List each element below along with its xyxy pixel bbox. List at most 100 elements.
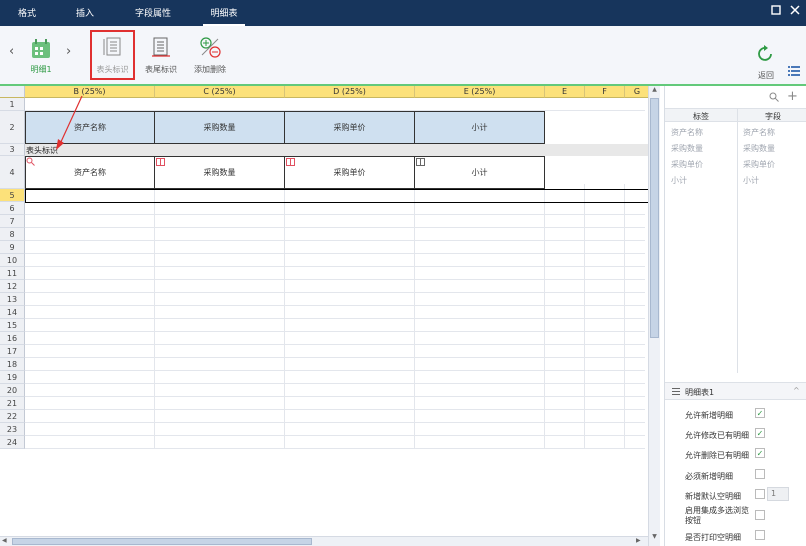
row-header[interactable]: 24 bbox=[0, 436, 25, 449]
row-header[interactable]: 6 bbox=[0, 202, 25, 215]
scroll-thumb[interactable] bbox=[650, 98, 659, 338]
row-header[interactable]: 17 bbox=[0, 345, 25, 358]
scroll-right-icon[interactable]: ▶ bbox=[636, 537, 641, 544]
detail-cell[interactable]: 资产名称 bbox=[25, 156, 155, 189]
row-header[interactable]: 20 bbox=[0, 384, 25, 397]
option-checkbox[interactable] bbox=[755, 489, 765, 499]
header-band-row[interactable]: 表头标识 bbox=[25, 144, 650, 156]
field-name[interactable]: 采购数量 bbox=[743, 143, 775, 154]
field-label[interactable]: 采购数量 bbox=[671, 143, 703, 154]
detail-cell[interactable]: 采购单价 bbox=[284, 156, 415, 189]
grid-line bbox=[25, 292, 645, 293]
grid-line bbox=[25, 422, 645, 423]
column-header[interactable]: E (25%) bbox=[415, 86, 545, 98]
grid-line bbox=[25, 448, 645, 449]
row-header[interactable]: 7 bbox=[0, 215, 25, 228]
footer-mark-button[interactable]: 表尾标识 bbox=[143, 30, 179, 80]
row-header[interactable]: 1 bbox=[0, 98, 25, 111]
grid-line bbox=[25, 318, 645, 319]
row-header[interactable]: 22 bbox=[0, 410, 25, 423]
row-header[interactable]: 13 bbox=[0, 293, 25, 306]
maximize-icon[interactable] bbox=[769, 5, 783, 19]
field-name[interactable]: 小计 bbox=[743, 175, 759, 186]
row-header[interactable]: 14 bbox=[0, 306, 25, 319]
grid-line bbox=[284, 184, 285, 449]
row-header[interactable]: 10 bbox=[0, 254, 25, 267]
row-header[interactable]: 16 bbox=[0, 332, 25, 345]
option-checkbox[interactable]: ✓ bbox=[755, 428, 765, 438]
row-header[interactable]: 19 bbox=[0, 371, 25, 384]
column-header[interactable]: C (25%) bbox=[155, 86, 285, 98]
grid-line bbox=[25, 435, 645, 436]
option-label: 必须新增明细 bbox=[685, 472, 733, 481]
field-label[interactable]: 采购单价 bbox=[671, 159, 703, 170]
column-header[interactable]: E bbox=[545, 86, 585, 98]
field-label[interactable]: 资产名称 bbox=[671, 127, 703, 138]
option-checkbox[interactable] bbox=[755, 530, 765, 540]
vertical-scrollbar[interactable]: ▲ ▼ bbox=[648, 86, 660, 546]
option-checkbox[interactable] bbox=[755, 469, 765, 479]
grid-line bbox=[25, 396, 645, 397]
row-header[interactable]: 12 bbox=[0, 280, 25, 293]
column-header[interactable]: D (25%) bbox=[285, 86, 415, 98]
list-menu-icon[interactable] bbox=[788, 66, 800, 78]
row-header[interactable]: 18 bbox=[0, 358, 25, 371]
row-header[interactable]: 8 bbox=[0, 228, 25, 241]
row-header[interactable]: 21 bbox=[0, 397, 25, 410]
selected-row[interactable] bbox=[25, 189, 650, 203]
field-label[interactable]: 小计 bbox=[671, 175, 687, 186]
row-header-selected[interactable]: 5 bbox=[0, 189, 25, 202]
footer-mark-label: 表尾标识 bbox=[145, 65, 177, 74]
field-name[interactable]: 采购单价 bbox=[743, 159, 775, 170]
row-header[interactable]: 15 bbox=[0, 319, 25, 332]
search-icon[interactable] bbox=[769, 92, 779, 104]
collapse-icon[interactable]: ^ bbox=[793, 386, 800, 395]
grid-line bbox=[25, 227, 645, 228]
option-label: 允许修改已有明细 bbox=[685, 431, 749, 440]
tab-detail-table[interactable]: 明细表 bbox=[203, 0, 245, 26]
detail-cell[interactable]: 小计 bbox=[414, 156, 545, 189]
detail-item-button[interactable]: 明细1 bbox=[27, 36, 55, 86]
tab-insert[interactable]: 插入 bbox=[70, 0, 100, 26]
column-divider bbox=[737, 108, 738, 373]
add-delete-button[interactable]: 添加删除 bbox=[192, 30, 228, 80]
grid-line bbox=[25, 214, 645, 215]
row-header[interactable]: 2 bbox=[0, 111, 25, 144]
search-field-icon bbox=[26, 157, 35, 168]
row-header[interactable]: 11 bbox=[0, 267, 25, 280]
column-header[interactable]: F bbox=[585, 86, 625, 98]
scroll-up-icon[interactable]: ▲ bbox=[650, 86, 659, 96]
tab-field-properties[interactable]: 字段属性 bbox=[130, 0, 176, 26]
detail-props-header[interactable]: 明细表1 ^ bbox=[665, 382, 806, 400]
horizontal-scrollbar[interactable]: ◀ ▶ bbox=[0, 536, 648, 546]
row-header[interactable]: 23 bbox=[0, 423, 25, 436]
header-mark-button[interactable]: 表头标识 bbox=[90, 30, 135, 80]
header-cell[interactable]: 采购数量 bbox=[154, 111, 285, 144]
option-label: 新增默认空明细 bbox=[685, 492, 741, 501]
header-cell[interactable]: 采购单价 bbox=[284, 111, 415, 144]
row-header[interactable]: 9 bbox=[0, 241, 25, 254]
option-checkbox[interactable] bbox=[755, 510, 765, 520]
scroll-down-icon[interactable]: ▼ bbox=[650, 533, 659, 543]
option-checkbox[interactable]: ✓ bbox=[755, 448, 765, 458]
prev-arrow-icon[interactable]: ‹ bbox=[9, 44, 14, 59]
scroll-thumb[interactable] bbox=[12, 538, 312, 545]
detail-cell[interactable]: 采购数量 bbox=[154, 156, 285, 189]
default-count-input[interactable]: 1 bbox=[767, 487, 789, 501]
add-icon[interactable]: + bbox=[787, 89, 798, 104]
row-header[interactable]: 3 bbox=[0, 144, 25, 156]
menu-icon bbox=[672, 388, 680, 395]
tab-format[interactable]: 格式 bbox=[12, 0, 42, 26]
option-checkbox[interactable]: ✓ bbox=[755, 408, 765, 418]
close-icon[interactable] bbox=[788, 5, 802, 19]
next-arrow-icon[interactable]: › bbox=[66, 44, 71, 59]
scroll-left-icon[interactable]: ◀ bbox=[2, 537, 7, 544]
fields-table-header: 标签 字段 bbox=[665, 108, 806, 122]
row-header[interactable]: 4 bbox=[0, 156, 25, 189]
column-header[interactable]: G bbox=[625, 86, 650, 98]
back-button[interactable]: 返回 bbox=[752, 44, 780, 84]
field-name[interactable]: 资产名称 bbox=[743, 127, 775, 138]
header-cell[interactable]: 小计 bbox=[414, 111, 545, 144]
spreadsheet-grid[interactable]: B (25%) C (25%) D (25%) E (25%) E F G 1 … bbox=[0, 86, 660, 546]
field-icon bbox=[286, 157, 295, 168]
